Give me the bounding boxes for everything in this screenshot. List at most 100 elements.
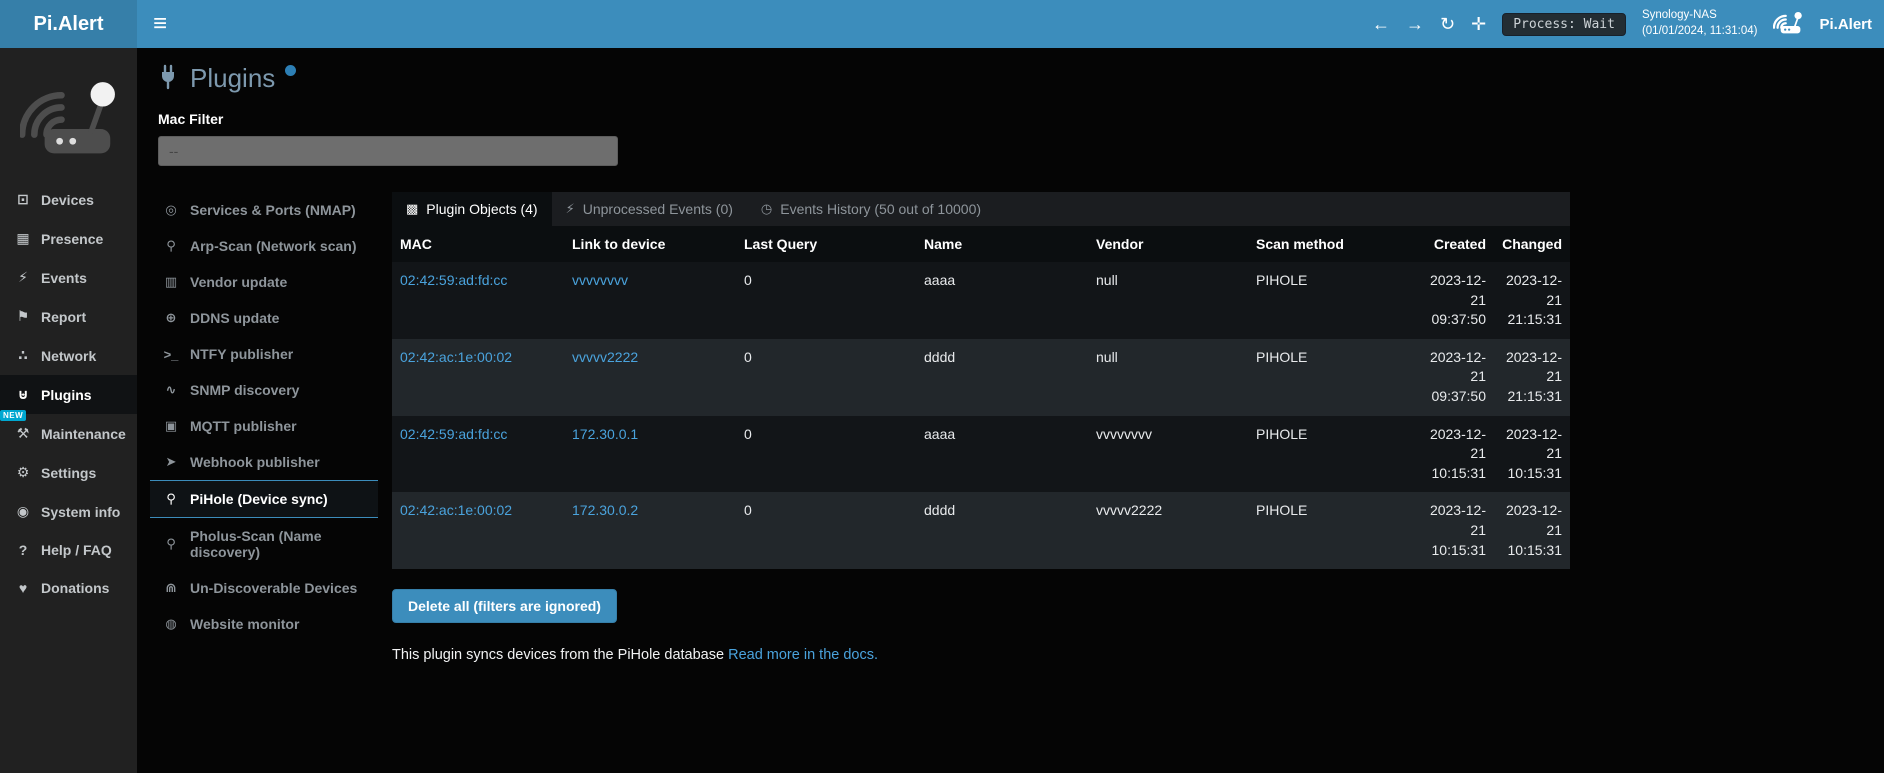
globe-icon: ⊕ — [162, 310, 180, 326]
plugin-nav-item-ddns[interactable]: ⊕ DDNS update — [150, 300, 378, 336]
gear-icon: ⚙ — [14, 464, 32, 481]
radar-icon: ◎ — [162, 202, 180, 218]
table-row[interactable]: 02:42:59:ad:fd:cc 172.30.0.1 0 aaaa vvvv… — [392, 416, 1570, 493]
globe-icon: ◍ — [162, 616, 180, 632]
table-row[interactable]: 02:42:ac:1e:00:02 172.30.0.2 0 dddd vvvv… — [392, 492, 1570, 569]
created-cell: 2023-12-21 09:37:50 — [1416, 262, 1494, 339]
table-header-row: MAC Link to device Last Query Name Vendo… — [392, 226, 1570, 262]
brand-logo[interactable]: Pi.Alert — [0, 0, 137, 48]
table-row[interactable]: 02:42:ac:1e:00:02 vvvvv2222 0 dddd null … — [392, 339, 1570, 416]
sidebar: ⊡ Devices ▦ Presence ⚡ Events ⚑ Report ∴ — [0, 48, 137, 773]
mac-link[interactable]: 02:42:ac:1e:00:02 — [400, 349, 512, 365]
heart-icon: ♥ — [14, 580, 32, 596]
sidebar-item-label: Plugins — [41, 387, 92, 403]
move-icon[interactable]: ✛ — [1471, 14, 1486, 35]
bolt-icon: ⚡ — [566, 201, 575, 217]
plugin-nav-item-ntfy[interactable]: >_ NTFY publisher — [150, 336, 378, 372]
info-badge-icon[interactable] — [285, 65, 296, 76]
terminal-icon: >_ — [162, 347, 180, 362]
col-header-last-query: Last Query — [736, 226, 916, 262]
plugin-nav-item-undiscoverable[interactable]: ⋒ Un-Discoverable Devices — [150, 570, 378, 606]
sidebar-item-devices[interactable]: ⊡ Devices — [0, 180, 137, 219]
changed-cell: 2023-12-21 10:15:31 — [1494, 492, 1570, 569]
device-link[interactable]: 172.30.0.2 — [572, 502, 638, 518]
mac-link[interactable]: 02:42:59:ad:fd:cc — [400, 272, 507, 288]
sidebar-item-donations[interactable]: ♥ Donations — [0, 569, 137, 607]
plugin-nav-label: Website monitor — [190, 616, 299, 632]
forward-icon[interactable]: → — [1406, 14, 1424, 35]
topbar: Pi.Alert ≡ ← → ↻ ✛ Process: Wait Synolog… — [0, 0, 1884, 48]
tab-label: Events History (50 out of 10000) — [780, 201, 981, 217]
sidebar-item-network[interactable]: ∴ Network — [0, 336, 137, 375]
app-window: Pi.Alert ≡ ← → ↻ ✛ Process: Wait Synolog… — [0, 0, 1884, 773]
mac-link[interactable]: 02:42:ac:1e:00:02 — [400, 502, 512, 518]
sidebar-item-plugins[interactable]: ⊎ Plugins — [0, 375, 137, 414]
device-link[interactable]: vvvvv2222 — [572, 349, 638, 365]
plugin-nav-item-webhook[interactable]: ➤ Webhook publisher — [150, 444, 378, 480]
changed-cell: 2023-12-21 21:15:31 — [1494, 339, 1570, 416]
tab-unprocessed-events[interactable]: ⚡ Unprocessed Events (0) — [552, 192, 747, 226]
plugin-nav-item-website-monitor[interactable]: ◍ Website monitor — [150, 606, 378, 642]
back-icon[interactable]: ← — [1372, 14, 1390, 35]
sidebar-item-settings[interactable]: ⚙ Settings — [0, 453, 137, 492]
vendor-cell: null — [1088, 339, 1248, 416]
sidebar-item-help-faq[interactable]: ? Help / FAQ — [0, 531, 137, 569]
mac-filter-input[interactable] — [158, 136, 618, 166]
created-cell: 2023-12-21 10:15:31 — [1416, 492, 1494, 569]
plugin-nav-item-snmp[interactable]: ∿ SNMP discovery — [150, 372, 378, 408]
binoculars-icon: ⋒ — [162, 580, 180, 596]
changed-cell: 2023-12-21 10:15:31 — [1494, 416, 1570, 493]
tab-events-history[interactable]: ◷ Events History (50 out of 10000) — [747, 192, 995, 226]
broker-icon: ▣ — [162, 418, 180, 434]
plugin-nav-item-pholus[interactable]: ⚲ Pholus-Scan (Name discovery) — [150, 518, 378, 570]
sidebar-item-presence[interactable]: ▦ Presence — [0, 219, 137, 258]
sidebar-item-label: Events — [41, 270, 87, 286]
sidebar-item-label: Donations — [41, 580, 109, 596]
calendar-icon: ▦ — [14, 230, 32, 247]
plugin-nav-item-nmap[interactable]: ◎ Services & Ports (NMAP) — [150, 192, 378, 228]
chart-icon: ▥ — [162, 274, 180, 290]
sidebar-item-system-info[interactable]: ◉ System info — [0, 492, 137, 531]
plugin-nav-item-mqtt[interactable]: ▣ MQTT publisher — [150, 408, 378, 444]
scan-method-cell: PIHOLE — [1248, 262, 1416, 339]
plugin-nav-label: NTFY publisher — [190, 346, 293, 362]
plugin-objects-table: MAC Link to device Last Query Name Vendo… — [392, 226, 1570, 569]
sidebar-item-report[interactable]: ⚑ Report — [0, 297, 137, 336]
search-icon: ⚲ — [162, 238, 180, 254]
plugin-nav-item-arpscan[interactable]: ⚲ Arp-Scan (Network scan) — [150, 228, 378, 264]
pialert-mini-logo-icon — [1773, 8, 1803, 40]
refresh-icon[interactable]: ↻ — [1440, 14, 1455, 35]
wrench-icon: ⚒ — [14, 425, 32, 442]
sidebar-item-maintenance[interactable]: NEW ⚒ Maintenance — [0, 414, 137, 453]
devices-icon: ⊡ — [14, 191, 32, 208]
plug-icon — [156, 64, 180, 95]
vendor-cell: vvvvv2222 — [1088, 492, 1248, 569]
plugin-nav-label: Services & Ports (NMAP) — [190, 202, 356, 218]
plugin-nav-label: PiHole (Device sync) — [190, 491, 328, 507]
sidebar-nav: ⊡ Devices ▦ Presence ⚡ Events ⚑ Report ∴ — [0, 180, 137, 607]
network-icon: ∴ — [14, 347, 32, 364]
col-header-link: Link to device — [564, 226, 736, 262]
table-row[interactable]: 02:42:59:ad:fd:cc vvvvvvvv 0 aaaa null P… — [392, 262, 1570, 339]
col-header-scan-method: Scan method — [1248, 226, 1416, 262]
device-link[interactable]: vvvvvvvv — [572, 272, 628, 288]
page-title: Plugins — [190, 64, 275, 93]
plugin-panel: ▩ Plugin Objects (4) ⚡ Unprocessed Event… — [392, 192, 1570, 678]
col-header-name: Name — [916, 226, 1088, 262]
menu-toggle-icon[interactable]: ≡ — [153, 12, 167, 36]
scan-method-cell: PIHOLE — [1248, 492, 1416, 569]
device-link[interactable]: 172.30.0.1 — [572, 426, 638, 442]
plugin-nav-item-pihole[interactable]: ⚲ PiHole (Device sync) — [150, 480, 378, 518]
sidebar-item-label: Presence — [41, 231, 103, 247]
plugin-nav-label: MQTT publisher — [190, 418, 297, 434]
mac-link[interactable]: 02:42:59:ad:fd:cc — [400, 426, 507, 442]
plugin-description: This plugin syncs devices from the PiHol… — [392, 647, 1570, 663]
plugin-nav-item-vendor-update[interactable]: ▥ Vendor update — [150, 264, 378, 300]
delete-all-button[interactable]: Delete all (filters are ignored) — [392, 589, 617, 623]
tab-plugin-objects[interactable]: ▩ Plugin Objects (4) — [392, 192, 552, 226]
sidebar-item-events[interactable]: ⚡ Events — [0, 258, 137, 297]
cube-icon: ▩ — [406, 201, 418, 217]
scan-method-cell: PIHOLE — [1248, 416, 1416, 493]
docs-link[interactable]: Read more in the docs. — [728, 647, 878, 663]
col-header-created: Created — [1416, 226, 1494, 262]
